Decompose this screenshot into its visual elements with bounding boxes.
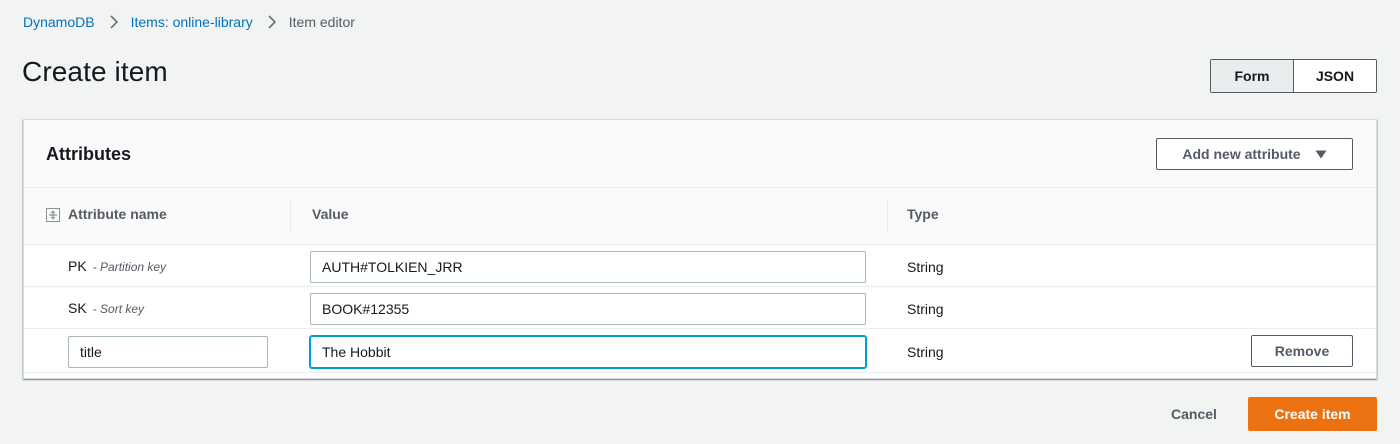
cancel-button[interactable]: Cancel <box>1160 397 1228 431</box>
panel-header: Attributes Add new attribute <box>24 120 1376 188</box>
add-new-attribute-button[interactable]: Add new attribute <box>1156 138 1353 170</box>
type-cell: String <box>907 301 944 317</box>
attribute-name-input[interactable] <box>68 336 268 368</box>
attribute-name: SK <box>68 300 87 316</box>
chevron-right-icon <box>267 14 277 30</box>
breadcrumb: DynamoDB Items: online-library Item edit… <box>23 12 355 32</box>
pk-value-input[interactable] <box>310 251 866 283</box>
table-row: SK - Sort key String <box>24 287 1376 329</box>
add-attribute-label: Add new attribute <box>1182 146 1301 162</box>
attribute-name-cell: PK - Partition key <box>68 258 166 274</box>
column-header-attribute-name: Attribute name <box>68 206 167 222</box>
attribute-name: PK <box>68 258 87 274</box>
breadcrumb-items[interactable]: Items: online-library <box>131 14 253 30</box>
column-divider <box>290 200 291 232</box>
page-title: Create item <box>22 56 168 87</box>
caret-down-icon <box>1315 150 1327 159</box>
table-row: String Remove <box>24 329 1376 373</box>
breadcrumb-dynamodb[interactable]: DynamoDB <box>23 14 95 30</box>
table-header: Attribute name Value Type <box>24 188 1376 245</box>
panel-title: Attributes <box>46 144 131 164</box>
form-view-button[interactable]: Form <box>1211 60 1293 92</box>
sk-value-input[interactable] <box>310 293 866 325</box>
key-note: - Partition key <box>92 260 167 274</box>
column-header-value: Value <box>312 206 349 222</box>
remove-attribute-button[interactable]: Remove <box>1251 335 1353 367</box>
attributes-panel: Attributes Add new attribute Attribute n… <box>23 119 1377 379</box>
breadcrumb-current: Item editor <box>288 14 355 30</box>
view-toggle: Form JSON <box>1210 59 1377 93</box>
type-cell: String <box>907 259 944 275</box>
column-divider <box>887 200 888 232</box>
type-cell: String <box>907 344 944 360</box>
column-header-type: Type <box>907 206 939 222</box>
create-item-button[interactable]: Create item <box>1248 397 1377 431</box>
chevron-right-icon <box>109 14 119 30</box>
key-note: - Sort key <box>92 302 145 316</box>
expand-icon[interactable] <box>46 208 60 222</box>
title-value-input[interactable] <box>310 336 866 368</box>
attribute-name-cell: SK - Sort key <box>68 300 144 316</box>
json-view-button[interactable]: JSON <box>1293 60 1376 92</box>
table-row: PK - Partition key String <box>24 245 1376 287</box>
